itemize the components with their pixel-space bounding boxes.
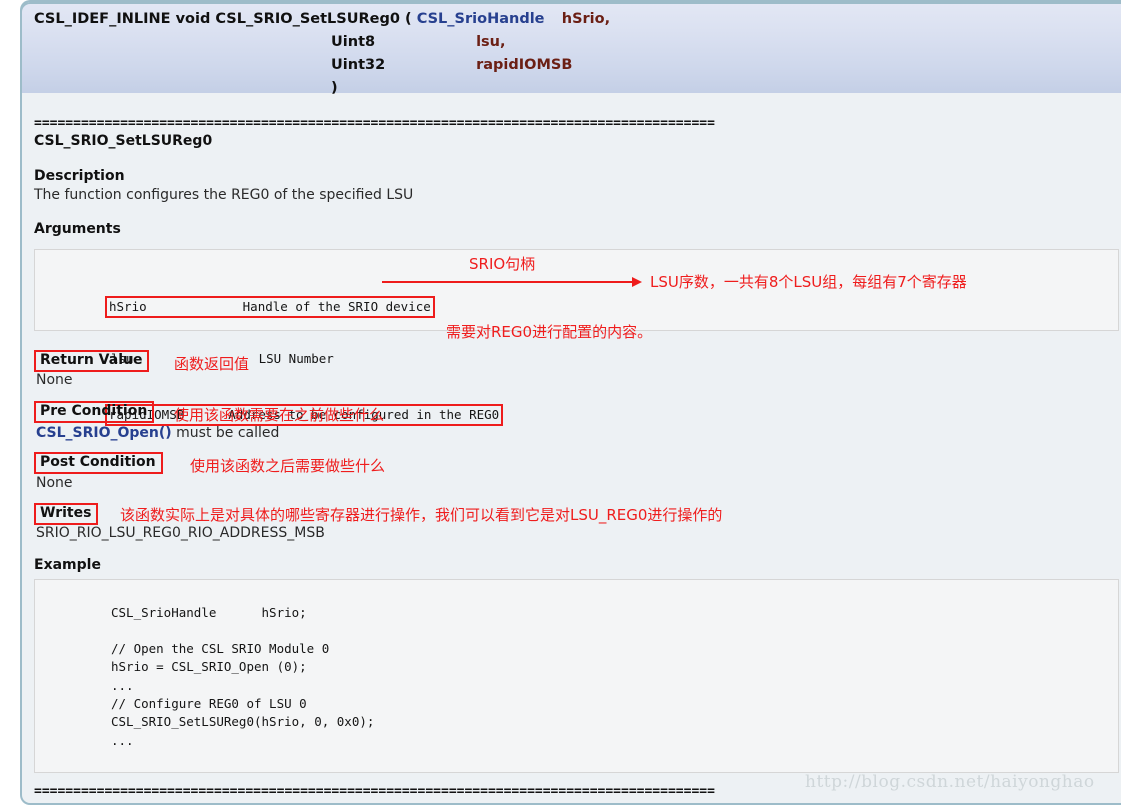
function-name-heading: CSL_SRIO_SetLSUReg0 <box>34 133 213 149</box>
writes-heading: Writes <box>34 503 99 525</box>
example-code: CSL_SrioHandle hSrio; // Open the CSL SR… <box>111 604 375 748</box>
pre-condition-block: Pre Condition <box>34 400 155 423</box>
writes-block: Writes <box>34 502 99 525</box>
annotation-rapidiomsb: 需要对REG0进行配置的内容。 <box>446 323 653 341</box>
signature-param-type-0[interactable]: CSL_SrioHandle <box>417 8 557 31</box>
pre-condition-body: CSL_SRIO_Open() must be called <box>36 422 279 443</box>
signature-param-name-0: hSrio, <box>561 11 611 27</box>
argument-desc-1: LSU Number <box>258 351 334 366</box>
annotation-pre-condition: 使用该函数需要在之前做些什么 <box>174 406 385 424</box>
pre-condition-code[interactable]: CSL_SRIO_Open() <box>36 425 172 441</box>
top-separator-rule: ========================================… <box>34 116 715 131</box>
annotation-return-value: 函数返回值 <box>174 355 250 373</box>
signature-row-0: CSL_IDEF_INLINE void CSL_SRIO_SetLSUReg0… <box>34 8 610 31</box>
return-value-heading: Return Value <box>34 350 150 372</box>
function-signature: CSL_IDEF_INLINE void CSL_SRIO_SetLSUReg0… <box>34 8 610 100</box>
post-condition-text: None <box>36 475 73 491</box>
example-code-box: CSL_SrioHandle hSrio; // Open the CSL SR… <box>34 579 1119 773</box>
document-body: ========================================… <box>22 93 1121 803</box>
arguments-heading: Arguments <box>34 221 121 237</box>
signature-row-1: Uint8 lsu, <box>34 31 610 54</box>
signature-param-type-2: Uint32 <box>331 57 386 73</box>
annotation-hsrio: SRIO句柄 <box>469 255 536 273</box>
signature-prefix: CSL_IDEF_INLINE void CSL_SRIO_SetLSUReg0… <box>34 11 412 27</box>
annotation-lsu: LSU序数，一共有8个LSU组，每组有7个寄存器 <box>650 273 967 291</box>
annotation-arrow-line-lsu <box>382 281 634 283</box>
pre-condition-heading: Pre Condition <box>34 401 155 423</box>
signature-param-name-2: rapidIOMSB <box>476 57 573 73</box>
pre-condition-text: must be called <box>171 425 280 441</box>
description-heading: Description <box>34 168 125 184</box>
description-text: The function configures the REG0 of the … <box>34 187 414 203</box>
table-row: lsu LSU Number <box>109 350 503 368</box>
example-heading: Example <box>34 557 101 573</box>
annotation-post-condition: 使用该函数之后需要做些什么 <box>190 457 386 475</box>
signature-param-name-1: lsu, <box>476 34 506 50</box>
argument-row-0-box: hSrio Handle of the SRIO device <box>105 296 435 318</box>
signature-param-type-1: Uint8 <box>331 34 376 50</box>
post-condition-block: Post Condition <box>34 451 163 474</box>
signature-row-2: Uint32 rapidIOMSB <box>34 54 610 77</box>
annotation-writes: 该函数实际上是对具体的哪些寄存器进行操作，我们可以看到它是对LSU_REG0进行… <box>120 506 723 524</box>
table-row: hSrio Handle of the SRIO device <box>105 296 503 318</box>
return-value-block: Return Value <box>34 349 150 372</box>
argument-name-0: hSrio <box>109 299 147 314</box>
annotation-arrow-head-lsu <box>632 277 642 287</box>
writes-text: SRIO_RIO_LSU_REG0_RIO_ADDRESS_MSB <box>36 525 325 541</box>
return-value-text: None <box>36 372 73 388</box>
watermark: http://blog.csdn.net/haiyonghao <box>805 772 1095 792</box>
argument-desc-0: Handle of the SRIO device <box>242 299 431 314</box>
post-condition-heading: Post Condition <box>34 452 163 474</box>
function-signature-header: CSL_IDEF_INLINE void CSL_SRIO_SetLSUReg0… <box>20 2 1121 96</box>
